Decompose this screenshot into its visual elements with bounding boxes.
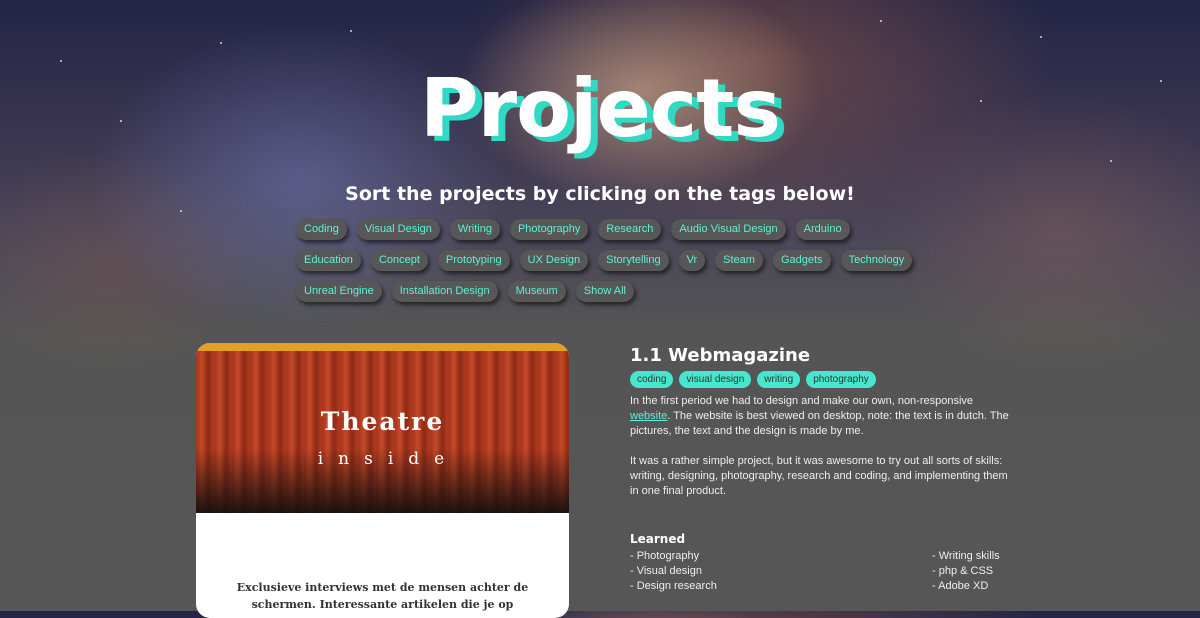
project-description: In the first period we had to design and… [630,394,1010,439]
tag-arduino[interactable]: Arduino [795,219,850,240]
website-link[interactable]: website [630,410,667,422]
project-tag-photography[interactable]: photography [806,371,876,388]
project-tag-coding[interactable]: coding [630,371,674,388]
learned-list-1: - Photography - Visual design - Design r… [630,549,717,594]
learned-item: - Writing skills [932,550,1000,562]
tag-coding[interactable]: Coding [296,219,347,240]
learned-item: - Visual design [630,565,702,577]
tag-filter: Coding Visual Design Writing Photography… [296,219,916,312]
tag-ux-design[interactable]: UX Design [519,250,589,271]
tag-writing[interactable]: Writing [449,219,500,240]
tag-concept[interactable]: Concept [370,250,428,271]
tag-prototyping[interactable]: Prototyping [437,250,510,271]
tag-audio-visual-design[interactable]: Audio Visual Design [671,219,786,240]
project-tag-visual-design[interactable]: visual design [679,371,752,388]
project-card[interactable]: Theatre inside Exclusieve interviews met… [196,343,569,618]
project-details: 1.1 Webmagazine coding visual design wri… [630,345,1010,499]
card-text: Exclusieve interviews met de mensen acht… [236,581,529,611]
project-description-2: It was a rather simple project, but it w… [630,455,1008,497]
tag-education[interactable]: Education [296,250,361,271]
learned-item: - Adobe XD [932,580,989,592]
tag-research[interactable]: Research [598,219,662,240]
tag-unreal-engine[interactable]: Unreal Engine [296,281,382,302]
tag-vr[interactable]: Vr [678,250,706,271]
tag-row: Education Concept Prototyping UX Design … [296,250,916,271]
project-tag-writing[interactable]: writing [757,371,801,388]
thumbnail-title: Theatre [320,407,445,436]
project-title: 1.1 Webmagazine [630,345,811,366]
tag-technology[interactable]: Technology [840,250,913,271]
tag-storytelling[interactable]: Storytelling [598,250,669,271]
learned-item: - Photography [630,550,700,562]
description-text-end: . The website is best viewed on desktop,… [630,410,1009,437]
tag-installation-design[interactable]: Installation Design [391,281,498,302]
tag-steam[interactable]: Steam [715,250,763,271]
tag-museum[interactable]: Museum [507,281,566,302]
learned-heading: Learned [630,532,686,546]
card-top-bar [196,343,569,351]
tag-show-all[interactable]: Show All [575,281,634,302]
tag-row: Coding Visual Design Writing Photography… [296,219,916,240]
tag-gadgets[interactable]: Gadgets [772,250,831,271]
thumbnail-subtitle: inside [317,449,460,469]
tag-row: Unreal Engine Installation Design Museum… [296,281,916,302]
description-text: In the first period we had to design and… [630,395,974,407]
learned-list-2: - Writing skills - php & CSS - Adobe XD [932,549,1000,594]
tag-visual-design[interactable]: Visual Design [356,219,440,240]
learned-item: - php & CSS [932,565,994,577]
project-tags: coding visual design writing photography [630,371,1010,388]
page-subtitle: Sort the projects by clicking on the tag… [345,183,855,205]
learned-item: - Design research [630,580,717,592]
tag-photography[interactable]: Photography [509,219,589,240]
project-thumbnail: Theatre inside [196,351,569,513]
page-title: Projects [419,62,781,155]
